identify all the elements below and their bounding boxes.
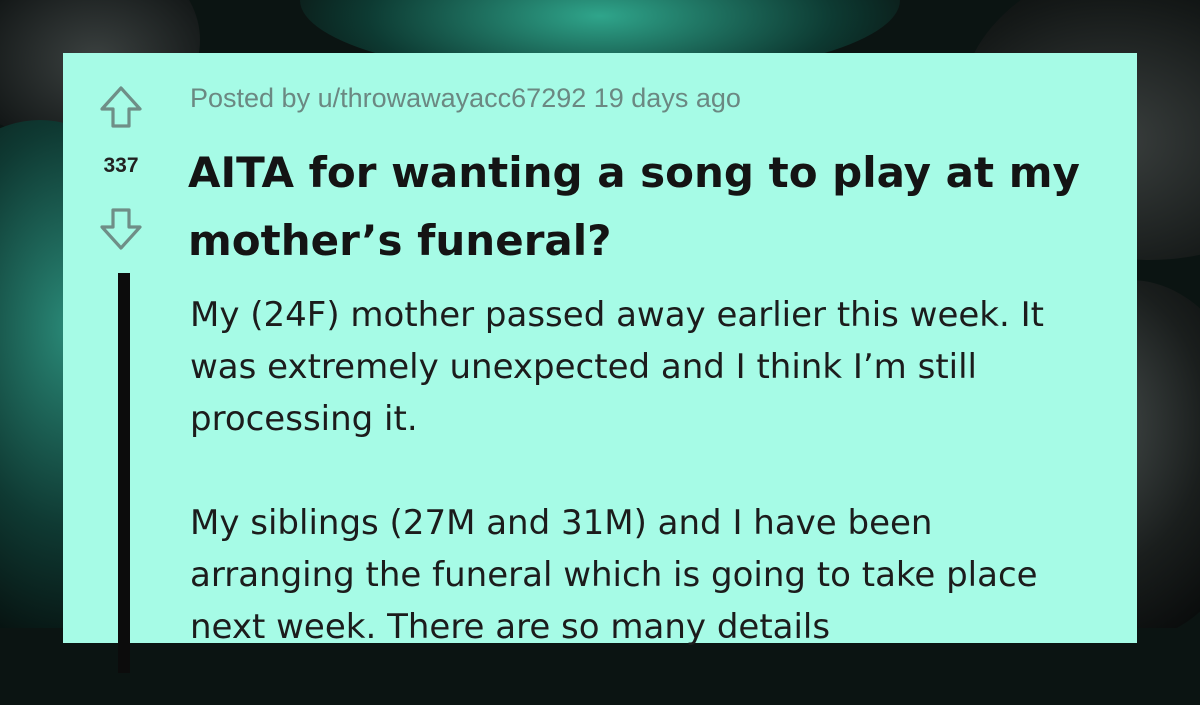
downvote-arrow-icon[interactable] <box>97 205 145 253</box>
post-paragraph: My siblings (27M and 31M) and I have bee… <box>190 503 1038 647</box>
post-meta: Posted by u/throwawayacc67292 19 days ag… <box>190 83 741 113</box>
post-paragraph: My (24F) mother passed away earlier this… <box>190 295 1044 439</box>
vote-score: 337 <box>103 154 139 177</box>
upvote-arrow-icon[interactable] <box>97 83 145 131</box>
post-title[interactable]: AITA for wanting a song to play at my mo… <box>188 139 1088 275</box>
post-body: My (24F) mother passed away earlier this… <box>190 289 1090 705</box>
thread-line <box>118 273 130 673</box>
post-card: 337 Posted by u/throwawayacc67292 19 day… <box>63 53 1137 673</box>
